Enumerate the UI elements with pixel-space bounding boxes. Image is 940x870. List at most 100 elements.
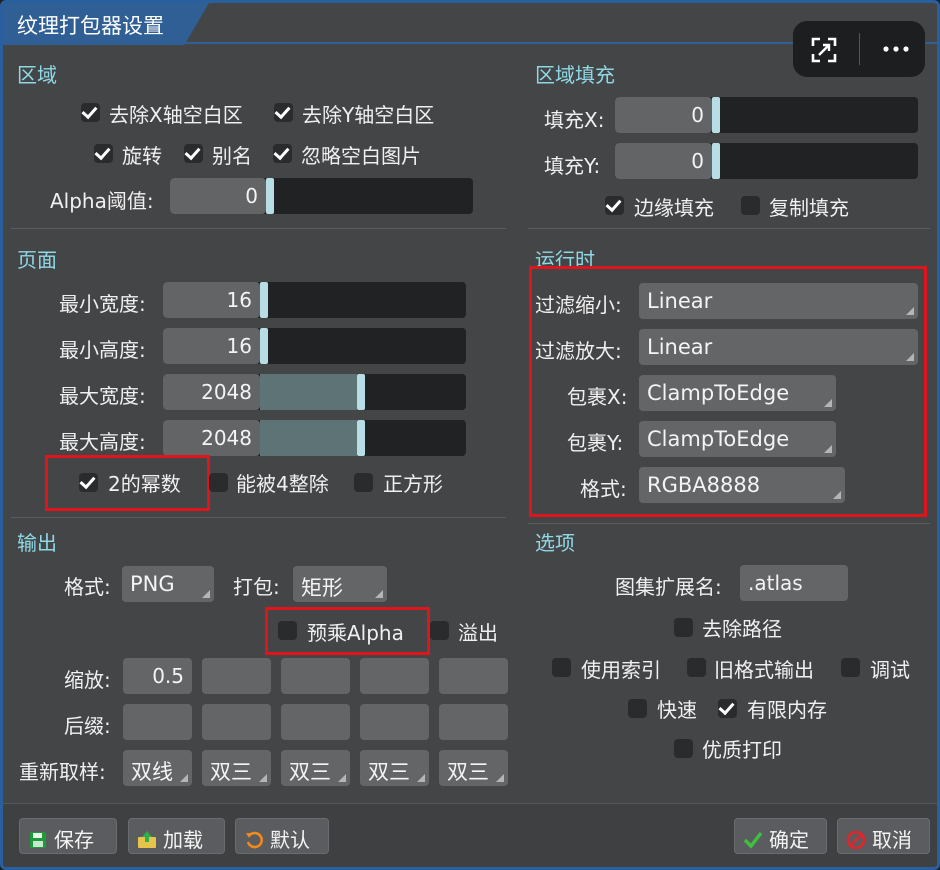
filter-min-dropdown[interactable]: Linear bbox=[639, 283, 918, 319]
save-label: 保存 bbox=[54, 828, 94, 852]
wrap-y-label: 包裹Y: bbox=[567, 431, 624, 455]
max-width-label: 最大宽度: bbox=[59, 384, 146, 408]
divisible-by-4-checkbox[interactable] bbox=[209, 473, 228, 492]
slider-handle[interactable] bbox=[357, 374, 365, 410]
suffix-field[interactable] bbox=[439, 704, 508, 740]
resample-dropdown[interactable]: 双三 bbox=[202, 750, 271, 786]
output-format-dropdown[interactable]: PNG bbox=[122, 566, 214, 602]
scale-field[interactable] bbox=[439, 658, 508, 694]
max-height-slider[interactable]: 2048 bbox=[163, 420, 466, 456]
packing-dropdown[interactable]: 矩形 bbox=[293, 566, 387, 602]
square-checkbox[interactable] bbox=[354, 473, 373, 492]
scale-label: 缩放: bbox=[64, 668, 111, 692]
ignore-blank-label: 忽略空白图片 bbox=[301, 144, 421, 168]
rotation-label: 旋转 bbox=[122, 144, 162, 168]
alias-label: 别名 bbox=[212, 144, 252, 168]
load-icon bbox=[137, 830, 157, 850]
pretty-print-checkbox[interactable] bbox=[674, 739, 693, 758]
strip-y-label: 去除Y轴空白区 bbox=[302, 103, 435, 127]
fill-y-value: 0 bbox=[691, 149, 704, 173]
section-divider bbox=[528, 523, 930, 524]
alias-checkbox[interactable] bbox=[184, 144, 203, 163]
wrap-y-dropdown[interactable]: ClampToEdge bbox=[639, 421, 836, 457]
cancel-label: 取消 bbox=[872, 828, 912, 852]
limit-memory-checkbox[interactable] bbox=[718, 699, 737, 718]
scale-field[interactable] bbox=[202, 658, 271, 694]
scale-field[interactable] bbox=[281, 658, 350, 694]
fill-y-slider[interactable]: 0 bbox=[615, 143, 918, 179]
resample-dropdown[interactable]: 双三 bbox=[360, 750, 429, 786]
format-label: 格式: bbox=[580, 477, 627, 501]
use-indexes-checkbox[interactable] bbox=[552, 658, 571, 677]
defaults-label: 默认 bbox=[270, 828, 310, 852]
ignore-blank-checkbox[interactable] bbox=[273, 144, 292, 163]
divisible-by-4-label: 能被4整除 bbox=[236, 472, 329, 496]
fill-y-label: 填充Y: bbox=[544, 154, 601, 178]
suffix-field[interactable] bbox=[281, 704, 350, 740]
fill-x-slider[interactable]: 0 bbox=[615, 97, 918, 133]
max-width-slider[interactable]: 2048 bbox=[163, 374, 466, 410]
window-controls bbox=[793, 21, 925, 77]
resample-dropdown[interactable]: 双线 bbox=[123, 750, 192, 786]
slider-handle[interactable] bbox=[712, 97, 720, 133]
suffix-label: 后缀: bbox=[64, 714, 111, 738]
bleed-checkbox[interactable] bbox=[430, 621, 449, 640]
slider-handle[interactable] bbox=[260, 328, 268, 364]
fast-checkbox[interactable] bbox=[628, 699, 647, 718]
min-height-value: 16 bbox=[226, 334, 252, 358]
section-title-region-fill: 区域填充 bbox=[535, 63, 615, 87]
strip-y-checkbox[interactable] bbox=[274, 103, 293, 122]
slider-handle[interactable] bbox=[357, 420, 365, 456]
settings-dialog: 纹理打包器设置 区域 去除X轴空白区 去除Y轴空白区 旋转 别名 忽略空白图片 … bbox=[0, 0, 940, 870]
alpha-threshold-label: Alpha阈值: bbox=[50, 189, 154, 213]
load-label: 加载 bbox=[163, 828, 203, 852]
save-icon bbox=[28, 830, 48, 850]
slider-handle[interactable] bbox=[712, 143, 720, 179]
rotation-checkbox[interactable] bbox=[94, 144, 113, 163]
suffix-field[interactable] bbox=[123, 704, 192, 740]
edge-padding-checkbox[interactable] bbox=[605, 196, 624, 215]
alpha-threshold-slider[interactable]: 0 bbox=[170, 178, 473, 214]
section-divider bbox=[11, 228, 506, 229]
ok-button[interactable]: 确定 bbox=[734, 818, 827, 854]
slider-handle[interactable] bbox=[266, 178, 274, 214]
filter-mag-dropdown[interactable]: Linear bbox=[639, 329, 918, 365]
slider-handle[interactable] bbox=[260, 282, 268, 318]
slider-fill bbox=[260, 374, 357, 410]
more-icon[interactable] bbox=[881, 39, 911, 59]
flatten-paths-checkbox[interactable] bbox=[674, 618, 693, 637]
filter-min-label: 过滤缩小: bbox=[535, 293, 622, 317]
resample-dropdown[interactable]: 双三 bbox=[439, 750, 508, 786]
min-width-label: 最小宽度: bbox=[59, 292, 146, 316]
scale-field[interactable] bbox=[360, 658, 429, 694]
legacy-output-checkbox[interactable] bbox=[687, 658, 706, 677]
section-divider bbox=[11, 517, 506, 518]
premultiply-alpha-checkbox[interactable] bbox=[278, 621, 297, 640]
edge-padding-label: 边缘填充 bbox=[634, 196, 714, 220]
texture-format-dropdown[interactable]: RGBA8888 bbox=[639, 467, 845, 503]
min-height-slider[interactable]: 16 bbox=[163, 328, 466, 364]
section-title-pages: 页面 bbox=[17, 248, 57, 272]
wrap-x-dropdown[interactable]: ClampToEdge bbox=[639, 375, 836, 411]
strip-x-checkbox[interactable] bbox=[81, 103, 100, 122]
duplicate-padding-checkbox[interactable] bbox=[741, 196, 760, 215]
section-title-output: 输出 bbox=[17, 531, 57, 555]
suffix-field[interactable] bbox=[360, 704, 429, 740]
defaults-button[interactable]: 默认 bbox=[235, 818, 329, 854]
resample-label: 重新取样: bbox=[19, 760, 106, 784]
fullscreen-icon[interactable] bbox=[811, 37, 837, 63]
premultiply-alpha-label: 预乘Alpha bbox=[307, 621, 404, 645]
load-button[interactable]: 加载 bbox=[128, 818, 225, 854]
debug-checkbox[interactable] bbox=[841, 658, 860, 677]
resample-dropdown[interactable]: 双三 bbox=[281, 750, 350, 786]
section-divider bbox=[528, 228, 930, 229]
reset-icon bbox=[244, 830, 264, 850]
power-of-two-label: 2的幂数 bbox=[108, 472, 181, 496]
cancel-button[interactable]: 取消 bbox=[837, 818, 930, 854]
scale-field[interactable]: 0.5 bbox=[123, 658, 192, 694]
min-width-slider[interactable]: 16 bbox=[163, 282, 466, 318]
atlas-ext-field[interactable]: .atlas bbox=[740, 565, 848, 601]
suffix-field[interactable] bbox=[202, 704, 271, 740]
power-of-two-checkbox[interactable] bbox=[79, 473, 98, 492]
save-button[interactable]: 保存 bbox=[19, 818, 117, 854]
